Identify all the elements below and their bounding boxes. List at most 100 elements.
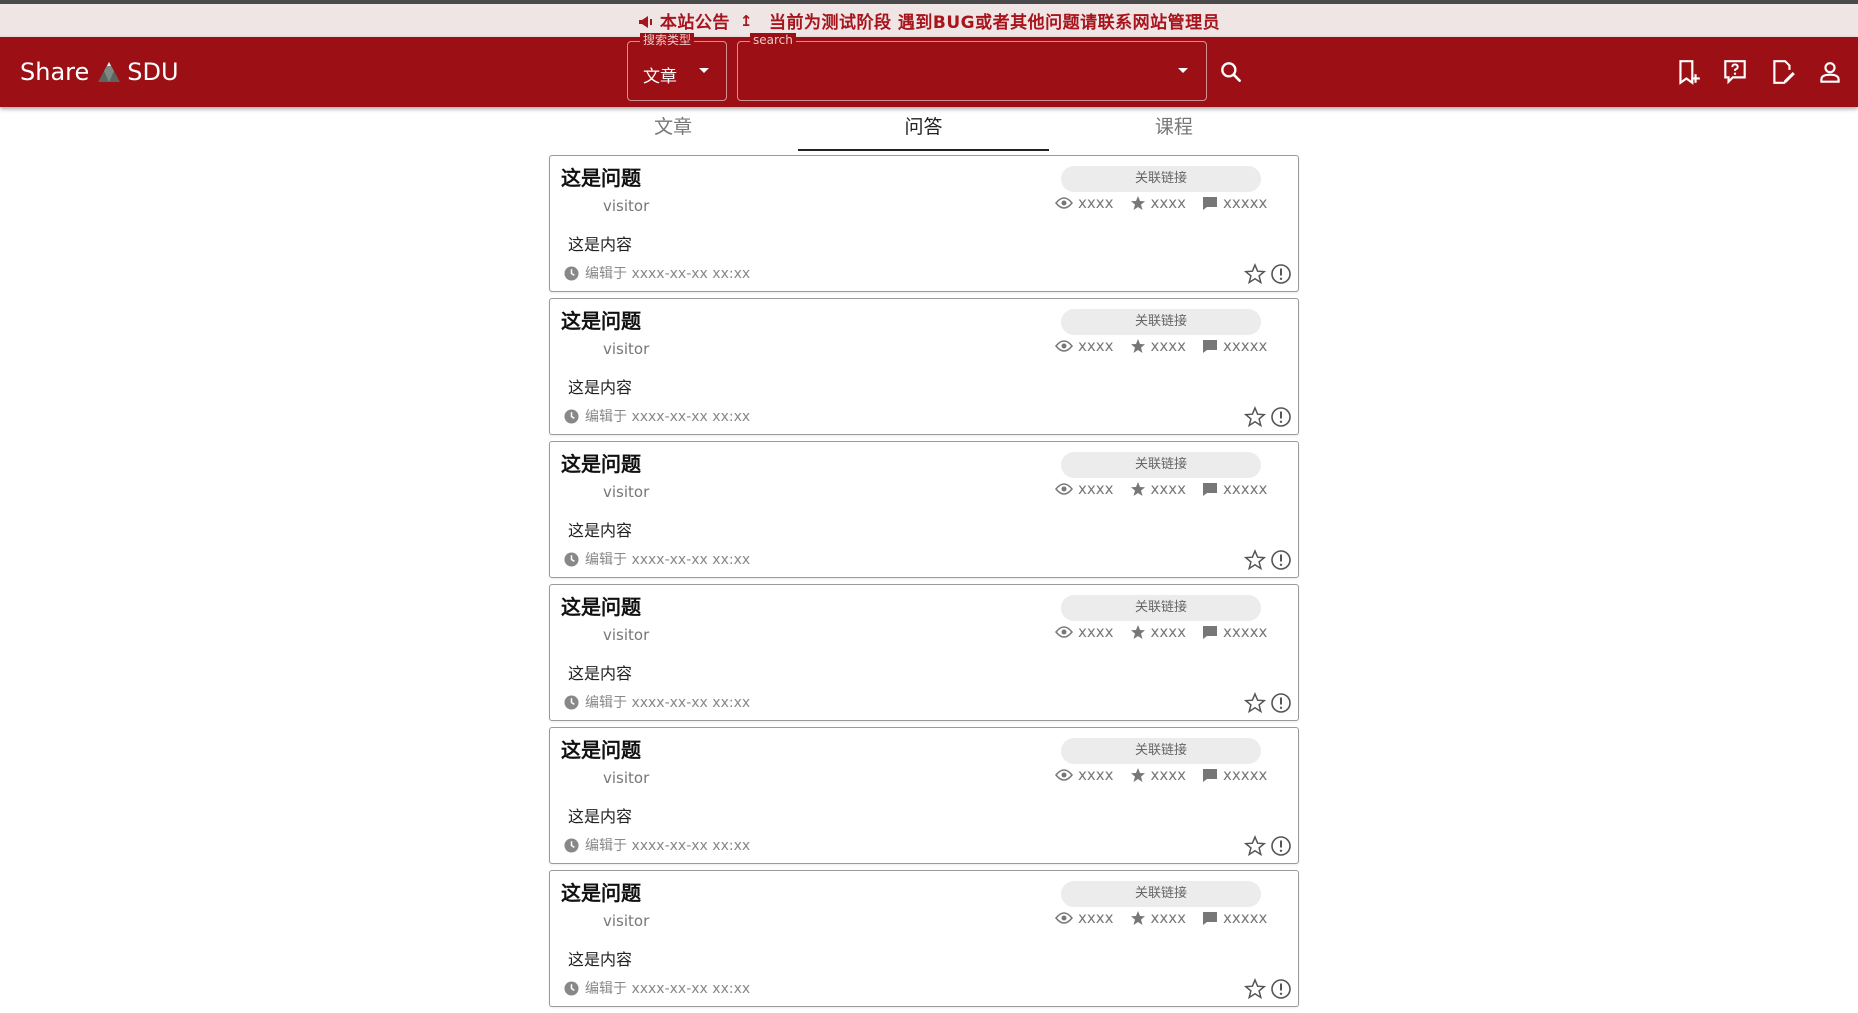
views-stat: xxxx [1055, 766, 1114, 784]
related-link-chip[interactable]: 关联链接 [1061, 595, 1261, 621]
star-outline-icon[interactable] [1244, 978, 1266, 1000]
edit-note-icon[interactable] [1770, 58, 1796, 86]
eye-icon [1055, 340, 1073, 352]
star-outline-icon[interactable] [1244, 549, 1266, 571]
report-icon[interactable] [1270, 406, 1292, 428]
card-actions [1240, 692, 1292, 714]
question-content: 这是内容 [568, 807, 633, 826]
card-actions [1240, 549, 1292, 571]
star-icon [1130, 482, 1145, 496]
stars-count: xxxx [1150, 623, 1187, 641]
star-icon [1130, 768, 1145, 782]
question-content: 这是内容 [568, 664, 633, 683]
views-stat: xxxx [1055, 194, 1114, 212]
clock-icon [564, 551, 579, 567]
search-label: search [750, 33, 796, 47]
question-content: 这是内容 [568, 378, 633, 397]
eye-icon [1055, 626, 1073, 638]
related-link-chip[interactable]: 关联链接 [1061, 738, 1261, 764]
comments-stat: xxxxx [1202, 909, 1267, 927]
question-list: 这是问题 visitor 这是内容 编辑于 xxxx-xx-xx xx:xx 关… [549, 155, 1299, 1013]
app-bar: Share SDU 搜索类型 文章 search [0, 33, 1858, 107]
stars-stat: xxxx [1130, 480, 1187, 498]
announcement-arrow[interactable]: ↥ [740, 12, 753, 30]
question-icon[interactable] [1722, 58, 1748, 86]
question-card[interactable]: 这是问题 visitor 这是内容 编辑于 xxxx-xx-xx xx:xx 关… [549, 441, 1299, 578]
views-stat: xxxx [1055, 480, 1114, 498]
search-type-label: 搜索类型 [640, 33, 695, 47]
question-title[interactable]: 这是问题 [561, 305, 641, 334]
question-author[interactable]: visitor [603, 912, 649, 930]
comments-count: xxxxx [1223, 480, 1268, 498]
star-outline-icon[interactable] [1244, 263, 1266, 285]
search-icon[interactable] [1218, 59, 1244, 85]
question-author[interactable]: visitor [603, 340, 649, 358]
star-outline-icon[interactable] [1244, 406, 1266, 428]
question-title[interactable]: 这是问题 [561, 877, 641, 906]
clock-icon [564, 265, 579, 281]
announcement-title: 本站公告 [659, 13, 730, 33]
tab-courses[interactable]: 课程 [1049, 107, 1299, 151]
stars-stat: xxxx [1130, 909, 1187, 927]
question-author[interactable]: visitor [603, 197, 649, 215]
question-title[interactable]: 这是问题 [561, 734, 641, 763]
edit-time-text: 编辑于 xxxx-xx-xx xx:xx [585, 838, 751, 854]
related-link-chip[interactable]: 关联链接 [1061, 452, 1261, 478]
brand[interactable]: Share SDU [20, 37, 179, 107]
question-author[interactable]: visitor [603, 769, 649, 787]
report-icon[interactable] [1270, 692, 1292, 714]
question-author[interactable]: visitor [603, 483, 649, 501]
comments-count: xxxxx [1223, 337, 1268, 355]
question-card[interactable]: 这是问题 visitor 这是内容 编辑于 xxxx-xx-xx xx:xx 关… [549, 584, 1299, 721]
views-count: xxxx [1078, 909, 1114, 927]
edit-time-text: 编辑于 xxxx-xx-xx xx:xx [585, 981, 751, 997]
comment-icon [1203, 768, 1218, 782]
chevron-down-icon [699, 68, 709, 73]
content-tabs: 文章 问答 课程 [548, 107, 1299, 151]
question-title[interactable]: 这是问题 [561, 591, 641, 620]
question-card[interactable]: 这是问题 visitor 这是内容 编辑于 xxxx-xx-xx xx:xx 关… [549, 155, 1299, 292]
stars-count: xxxx [1150, 194, 1187, 212]
stars-count: xxxx [1150, 909, 1187, 927]
star-icon [1130, 911, 1145, 925]
star-icon [1130, 339, 1145, 353]
bookmark-add-icon[interactable] [1675, 58, 1701, 86]
edit-time-text: 编辑于 xxxx-xx-xx xx:xx [585, 266, 751, 282]
stars-stat: xxxx [1130, 623, 1187, 641]
question-author[interactable]: visitor [603, 626, 649, 644]
mountain-logo-icon [98, 62, 121, 82]
eye-icon [1055, 912, 1073, 924]
question-title[interactable]: 这是问题 [561, 448, 641, 477]
edit-time-text: 编辑于 xxxx-xx-xx xx:xx [585, 552, 751, 568]
eye-icon [1055, 483, 1073, 495]
report-icon[interactable] [1270, 263, 1292, 285]
question-title[interactable]: 这是问题 [561, 162, 641, 191]
edit-time-text: 编辑于 xxxx-xx-xx xx:xx [585, 695, 751, 711]
search-input[interactable]: search [737, 33, 1207, 101]
search-dropdown-icon[interactable] [1178, 68, 1188, 73]
card-actions [1240, 263, 1292, 285]
star-outline-icon[interactable] [1244, 835, 1266, 857]
comment-icon [1203, 339, 1218, 353]
related-link-chip[interactable]: 关联链接 [1061, 166, 1261, 192]
question-stats: xxxx xxxx xxxxx [1055, 766, 1283, 784]
star-outline-icon[interactable] [1244, 692, 1266, 714]
related-link-chip[interactable]: 关联链接 [1061, 309, 1261, 335]
question-card[interactable]: 这是问题 visitor 这是内容 编辑于 xxxx-xx-xx xx:xx 关… [549, 870, 1299, 1007]
tab-articles[interactable]: 文章 [548, 107, 798, 151]
report-icon[interactable] [1270, 549, 1292, 571]
tab-qa[interactable]: 问答 [798, 107, 1049, 151]
question-card[interactable]: 这是问题 visitor 这是内容 编辑于 xxxx-xx-xx xx:xx 关… [549, 298, 1299, 435]
megaphone-icon [638, 15, 652, 28]
comments-stat: xxxxx [1202, 480, 1267, 498]
report-icon[interactable] [1270, 835, 1292, 857]
person-icon[interactable] [1817, 58, 1843, 86]
clock-icon [564, 408, 579, 424]
question-card[interactable]: 这是问题 visitor 这是内容 编辑于 xxxx-xx-xx xx:xx 关… [549, 727, 1299, 864]
stars-stat: xxxx [1130, 194, 1187, 212]
stars-count: xxxx [1150, 480, 1187, 498]
announcement-bar: 本站公告 ↥ 当前为测试阶段 遇到BUG或者其他问题请联系网站管理员 [0, 4, 1858, 37]
report-icon[interactable] [1270, 978, 1292, 1000]
search-type-select[interactable]: 搜索类型 文章 [627, 33, 727, 101]
related-link-chip[interactable]: 关联链接 [1061, 881, 1261, 907]
